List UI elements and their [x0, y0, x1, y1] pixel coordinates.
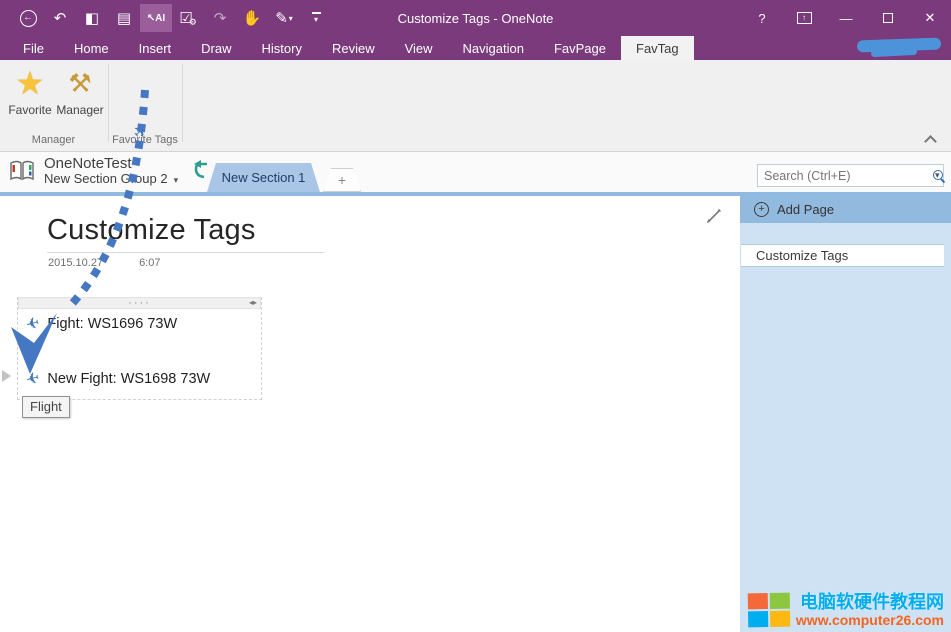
page-list-item-selected[interactable]: Customize Tags: [741, 244, 944, 267]
ribbon-group-favorite-tags-label: Favorite Tags: [108, 134, 182, 146]
airplane-tag-icon[interactable]: ✈: [24, 313, 42, 336]
back-icon: ←: [20, 10, 37, 27]
page-date-time: 2015.10.27 6:07: [48, 257, 160, 269]
tab-review[interactable]: Review: [317, 36, 390, 60]
tab-favtag-active[interactable]: FavTag: [621, 36, 694, 60]
resize-handle-icon[interactable]: ◂▸: [249, 298, 257, 308]
watermark: 电脑软硬件教程网 www.computer26.com: [748, 593, 944, 628]
undo-icon: ↶: [54, 9, 67, 27]
note-line-text: Fight: WS1696 73W: [47, 316, 177, 332]
title-bar: ← ↶ ◧ ▤ ↖AI ☑⚙ ↷ ✋ ✎▾ ▾ Customize Tags -…: [0, 0, 951, 36]
maximize-icon: [883, 13, 893, 23]
collapse-ribbon-icon[interactable]: [926, 134, 935, 143]
search-box: ▾: [757, 164, 944, 187]
ribbon-tab-row: File Home Insert Draw History Review Vie…: [0, 36, 951, 60]
full-page-view-button[interactable]: ▤: [108, 4, 140, 32]
help-button[interactable]: ?: [741, 0, 783, 36]
redo-icon: ↷: [214, 9, 227, 27]
quick-access-toolbar: ← ↶ ◧ ▤ ↖AI ☑⚙ ↷ ✋ ✎▾ ▾: [0, 4, 332, 32]
cursor-ai-icon: ↖AI: [147, 13, 165, 24]
tag-settings-button[interactable]: ☑⚙: [172, 4, 204, 32]
select-type-button[interactable]: ↖AI: [140, 4, 172, 32]
panning-hand-button[interactable]: ✋: [236, 4, 268, 32]
notebook-dropdown[interactable]: OneNoteTest New Section Group 2 ▾: [8, 155, 212, 187]
notebook-nav-row: OneNoteTest New Section Group 2 ▾ New Se…: [0, 152, 951, 192]
tab-history[interactable]: History: [247, 36, 317, 60]
page-canvas[interactable]: Customize Tags 2015.10.27 6:07 ···· ◂▸ ✈…: [0, 196, 740, 632]
windows-logo-icon: [748, 593, 791, 628]
ribbon-separator: [182, 64, 183, 142]
note-line-new-flight[interactable]: ✈ New Fight: WS1698 73W: [26, 369, 210, 389]
chevron-down-icon: ▾: [289, 14, 293, 23]
maximize-button[interactable]: [867, 0, 909, 36]
page-date: 2015.10.27: [48, 257, 103, 269]
hand-icon: ✋: [243, 9, 262, 27]
tag-tooltip: Flight: [22, 396, 70, 418]
customize-qat-button[interactable]: ▾: [300, 4, 332, 32]
section-group-name: New Section Group 2: [44, 172, 168, 187]
help-icon: ?: [758, 11, 765, 26]
pens-button[interactable]: ✎▾: [268, 4, 300, 32]
list-view-icon: ▤: [117, 9, 131, 27]
notebook-name: OneNoteTest: [44, 155, 178, 172]
paragraph-handle-icon[interactable]: [2, 370, 11, 382]
more-icon: ▾: [312, 12, 321, 24]
undo-button[interactable]: ↶: [44, 4, 76, 32]
tab-home[interactable]: Home: [59, 36, 124, 60]
favorite-button[interactable]: ★ Favorite: [6, 64, 54, 130]
tab-file[interactable]: File: [8, 36, 59, 60]
gear-icon: ⚙: [189, 17, 197, 28]
window-controls: ? ↑ — ✕: [741, 0, 951, 36]
add-page-button[interactable]: + Add Page: [740, 196, 951, 223]
page-title[interactable]: Customize Tags: [47, 214, 256, 247]
dock-panel-icon: ◧: [85, 9, 99, 27]
tab-insert[interactable]: Insert: [124, 36, 187, 60]
onenote-window: ← ↶ ◧ ▤ ↖AI ☑⚙ ↷ ✋ ✎▾ ▾ Customize Tags -…: [0, 0, 951, 632]
section-tabs: New Section 1 +: [207, 163, 361, 192]
tab-draw[interactable]: Draw: [186, 36, 246, 60]
dock-to-desktop-button[interactable]: ◧: [76, 4, 108, 32]
pens-icon: ✎: [275, 9, 288, 27]
airplane-tag-icon[interactable]: ✈: [24, 368, 42, 391]
tab-view[interactable]: View: [390, 36, 448, 60]
ribbon-display-options-button[interactable]: ↑: [783, 0, 825, 36]
title-divider: [47, 252, 325, 253]
search-input[interactable]: [758, 169, 931, 183]
expand-page-icon[interactable]: [706, 208, 722, 224]
close-icon: ✕: [925, 10, 936, 26]
toolbox-icon: ⚒: [68, 70, 91, 96]
ribbon-options-icon: ↑: [797, 12, 812, 24]
plus-circle-icon: +: [754, 202, 769, 217]
ribbon-group-manager-label: Manager: [0, 134, 107, 146]
star-icon: ★: [16, 67, 45, 99]
watermark-url: www.computer26.com: [796, 613, 944, 628]
watermark-site-name: 电脑软硬件教程网: [800, 593, 944, 613]
note-container[interactable]: ···· ◂▸ ✈ Fight: WS1696 73W ✈ New Fight:…: [17, 297, 262, 400]
section-tab-new-section-1[interactable]: New Section 1: [207, 163, 320, 192]
back-button[interactable]: ←: [12, 4, 44, 32]
page-time: 6:07: [139, 257, 160, 269]
tab-navigation[interactable]: Navigation: [448, 36, 539, 60]
notebook-icon: [8, 159, 36, 183]
manager-button[interactable]: ⚒ Manager: [56, 64, 104, 130]
ribbon: ★ Favorite ⚒ Manager Manager ✈ Favorite …: [0, 60, 951, 152]
redo-button[interactable]: ↷: [204, 4, 236, 32]
ribbon-separator: [108, 64, 109, 142]
drag-handle-dots-icon: ····: [19, 299, 260, 307]
redaction-scribble: [871, 48, 917, 57]
page-list-sidebar: + Add Page Customize Tags 电脑软硬件教程网 www.c…: [740, 196, 951, 632]
note-line-text: New Fight: WS1698 73W: [47, 371, 210, 387]
minimize-button[interactable]: —: [825, 0, 867, 36]
note-line-flight[interactable]: ✈ Fight: WS1696 73W: [26, 314, 177, 334]
tab-favpage[interactable]: FavPage: [539, 36, 621, 60]
minimize-icon: —: [840, 11, 853, 26]
close-button[interactable]: ✕: [909, 0, 951, 36]
chevron-down-icon: ▾: [174, 175, 179, 185]
new-section-button[interactable]: +: [323, 168, 361, 192]
note-container-handle[interactable]: ···· ◂▸: [18, 297, 261, 309]
